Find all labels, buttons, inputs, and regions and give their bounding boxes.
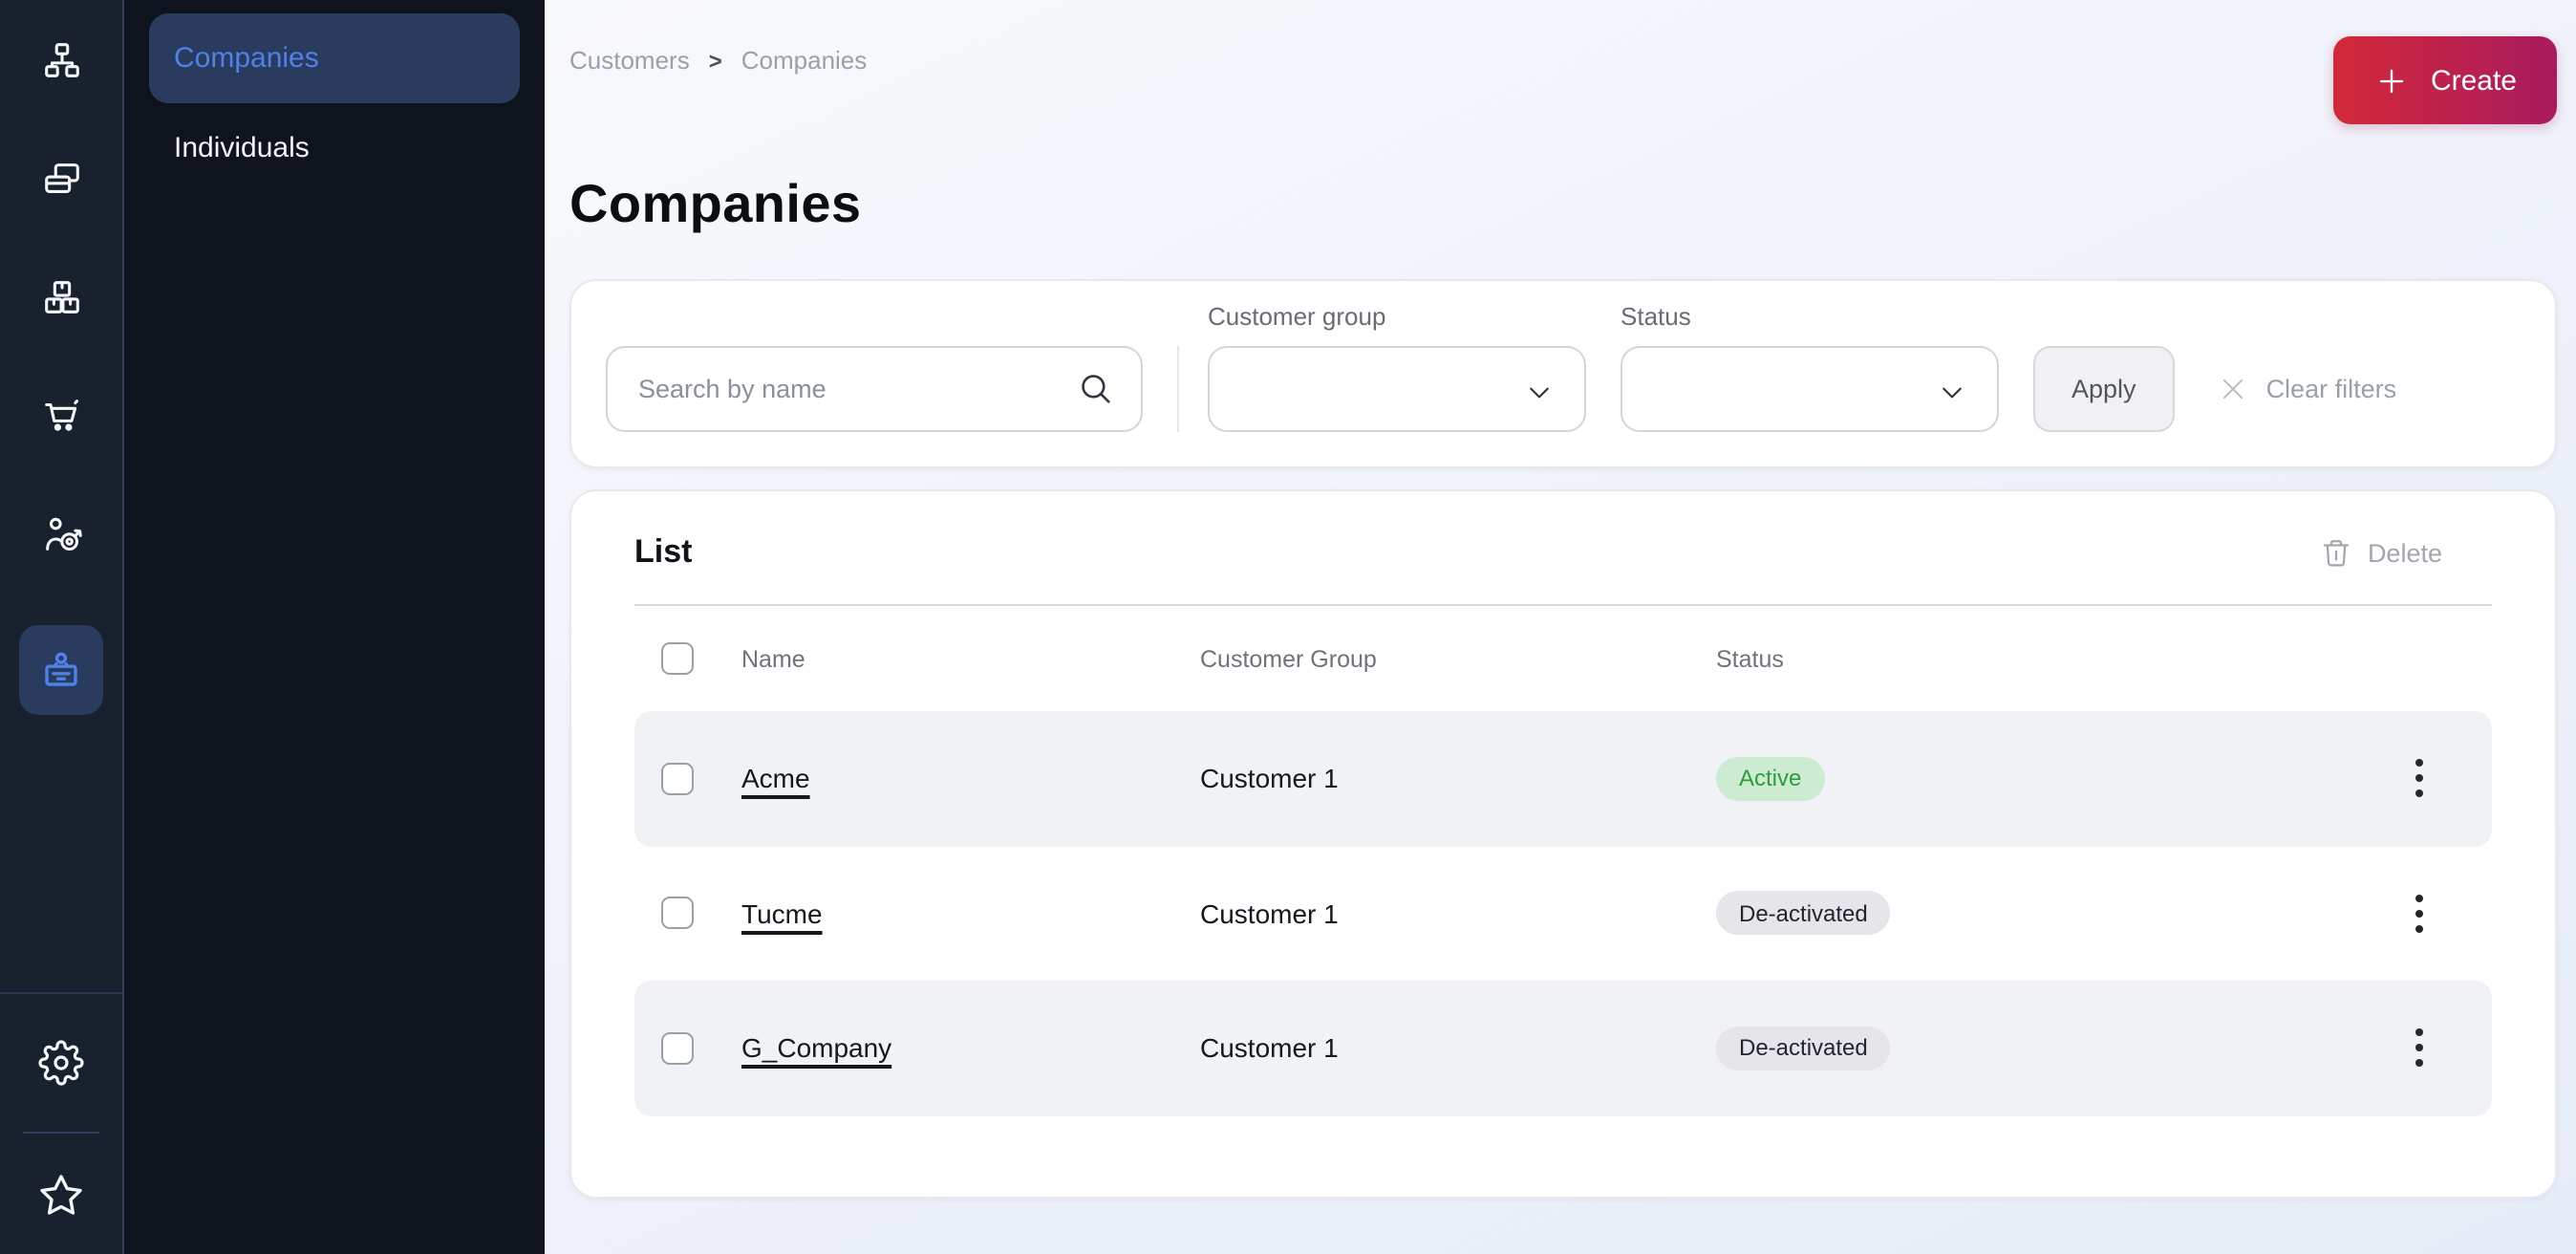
breadcrumb: Customers > Companies — [569, 46, 867, 75]
org-chart-icon — [39, 37, 83, 81]
kebab-dot — [2415, 1060, 2423, 1068]
sidebar-nav: Companies Individuals — [124, 0, 545, 1254]
row-checkbox[interactable] — [661, 1032, 694, 1065]
row-checkbox[interactable] — [661, 763, 694, 795]
kebab-dot — [2415, 760, 2423, 768]
sidebar-item-individuals[interactable]: Individuals — [149, 103, 520, 193]
search-box — [606, 346, 1143, 432]
table-row: Tucme Customer 1 De-activated — [634, 846, 2492, 981]
kebab-dot — [2415, 925, 2423, 933]
sidebar-icon-billing[interactable] — [0, 119, 122, 237]
sidebar-icon-org-chart[interactable] — [0, 0, 122, 119]
sidebar-icon-settings[interactable] — [0, 994, 122, 1132]
status-label: Status — [1621, 302, 1999, 331]
breadcrumb-customers[interactable]: Customers — [569, 46, 690, 75]
search-input[interactable] — [606, 346, 1143, 432]
row-group: Customer 1 — [1200, 764, 1668, 794]
settings-gear-icon — [38, 1040, 84, 1086]
list-card: List Delete Name Customer Group Status A… — [569, 489, 2557, 1198]
trash-icon — [2320, 536, 2352, 569]
main-content: Customers > Companies Create Companies C… — [545, 0, 2576, 1254]
table-row: Acme Customer 1 Active — [634, 711, 2492, 846]
table-body: Acme Customer 1 Active Tucme Customer 1 … — [634, 711, 2492, 1115]
sidebar-item-companies[interactable]: Companies — [149, 13, 520, 103]
inventory-boxes-icon — [39, 274, 83, 318]
clear-x-icon — [2217, 373, 2249, 405]
status-badge: Active — [1716, 757, 1824, 801]
sidebar-icon-customers[interactable] — [19, 625, 103, 715]
customer-group-column: Customer group — [1208, 302, 1586, 432]
cart-icon — [39, 393, 83, 437]
customer-group-label: Customer group — [1208, 302, 1586, 331]
table-header: Name Customer Group Status — [634, 606, 2492, 711]
favorites-star-icon — [38, 1171, 84, 1217]
customer-badge-icon — [38, 647, 84, 693]
search-icon — [1076, 369, 1116, 409]
row-name-link[interactable]: G_Company — [741, 1033, 891, 1064]
column-header-status: Status — [1716, 645, 2349, 672]
breadcrumb-companies[interactable]: Companies — [741, 46, 868, 75]
customer-group-select[interactable] — [1208, 346, 1586, 432]
page-title: Companies — [569, 172, 2557, 237]
row-name-link[interactable]: Acme — [741, 764, 810, 794]
clear-filters-button[interactable]: Clear filters — [2205, 346, 2409, 432]
kebab-dot — [2415, 775, 2423, 783]
sidebar-icon-favorites[interactable] — [0, 1134, 122, 1254]
plus-icon — [2373, 62, 2410, 98]
filter-card: Customer group Status Apply Clear filter… — [569, 279, 2557, 468]
billing-cards-icon — [39, 156, 83, 200]
filter-divider — [1177, 346, 1179, 432]
chevron-down-icon — [1525, 378, 1554, 407]
status-select[interactable] — [1621, 346, 1999, 432]
kebab-dot — [2415, 1045, 2423, 1052]
row-name-link[interactable]: Tucme — [741, 898, 823, 929]
kebab-dot — [2415, 895, 2423, 902]
topbar: Customers > Companies Create — [569, 36, 2557, 124]
status-badge: De-activated — [1716, 1027, 1891, 1070]
status-badge: De-activated — [1716, 892, 1891, 936]
sidebar-icon-inventory[interactable] — [0, 237, 122, 356]
select-all-checkbox[interactable] — [661, 642, 694, 675]
clear-filters-label: Clear filters — [2266, 375, 2397, 403]
breadcrumb-separator: > — [709, 47, 722, 74]
sidebar-icon-orders[interactable] — [0, 356, 122, 474]
row-group: Customer 1 — [1200, 1033, 1668, 1064]
column-header-name: Name — [741, 645, 1152, 672]
customer-target-icon — [39, 511, 83, 555]
kebab-menu-button[interactable] — [2396, 1022, 2442, 1075]
apply-button[interactable]: Apply — [2033, 346, 2175, 432]
kebab-dot — [2415, 1029, 2423, 1037]
status-column: Status — [1621, 302, 1999, 432]
kebab-dot — [2415, 790, 2423, 798]
chevron-down-icon — [1938, 378, 1966, 407]
table-row: G_Company Customer 1 De-activated — [634, 981, 2492, 1115]
kebab-menu-button[interactable] — [2396, 887, 2442, 940]
create-button[interactable]: Create — [2333, 36, 2557, 124]
icon-rail — [0, 0, 124, 1254]
kebab-menu-button[interactable] — [2396, 752, 2442, 806]
row-checkbox[interactable] — [661, 897, 694, 930]
search-column — [606, 346, 1143, 432]
list-header: List Delete — [634, 533, 2492, 572]
kebab-dot — [2415, 910, 2423, 918]
app-root: Companies Individuals Customers > Compan… — [0, 0, 2576, 1254]
list-heading: List — [634, 533, 692, 572]
column-header-customer-group: Customer Group — [1200, 645, 1668, 672]
create-button-label: Create — [2431, 64, 2517, 97]
sidebar-icon-engagement[interactable] — [0, 474, 122, 593]
row-group: Customer 1 — [1200, 898, 1668, 929]
delete-button-label: Delete — [2368, 538, 2442, 567]
delete-button[interactable]: Delete — [2308, 534, 2454, 571]
